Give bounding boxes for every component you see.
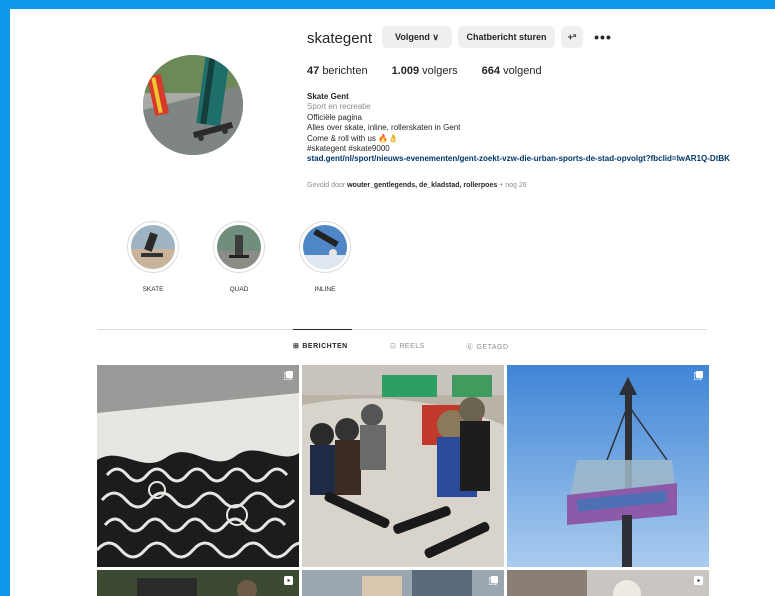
post-row2-3[interactable]	[507, 570, 709, 596]
reel-icon	[694, 576, 703, 585]
posts-stat: 47 berichten	[307, 65, 368, 77]
reels-icon: ⊡	[390, 343, 397, 350]
bio-line: Alles over skate, inline, rollerskaten i…	[307, 123, 461, 133]
tagged-icon: Ⓖ	[466, 344, 474, 351]
carousel-icon	[489, 576, 498, 585]
profile-username: skategent	[307, 30, 373, 47]
post-row2-1[interactable]	[97, 570, 299, 596]
bio-name: Skate Gent	[307, 92, 349, 101]
following-button[interactable]: Volgend ∨	[382, 26, 452, 48]
highlight-image	[217, 225, 261, 269]
followed-by[interactable]: Gevold door wouter_gentlegends, de_klads…	[307, 182, 527, 189]
post-crane-ramp[interactable]	[507, 365, 709, 567]
highlight-label: QUAD	[229, 286, 249, 293]
bio-line: Come & roll with us 🔥👌	[307, 133, 399, 143]
highlight-quad[interactable]: QUAD	[212, 221, 266, 293]
message-button[interactable]: Chatbericht sturen	[458, 26, 555, 48]
highlight-label: SKATE	[142, 286, 164, 293]
bio-line: #skategent #skate9000	[307, 144, 390, 154]
tab-posts[interactable]: ⊞ BERICHTEN	[293, 342, 348, 351]
tabs-divider	[97, 329, 707, 330]
highlight-image	[131, 225, 175, 269]
highlight-image	[303, 225, 347, 269]
post-skate-group[interactable]	[302, 365, 504, 567]
more-options-icon[interactable]: •••	[593, 26, 613, 48]
grid-icon: ⊞	[293, 343, 300, 350]
profile-avatar[interactable]	[143, 55, 243, 155]
profile-stats: 47 berichten 1.009 volgers 664 volgend	[307, 65, 542, 77]
post-graffiti[interactable]	[97, 365, 299, 567]
carousel-icon	[694, 371, 703, 380]
tab-tagged[interactable]: Ⓖ GETAGD	[466, 342, 509, 352]
bio-category: Sport en recreatie	[307, 102, 371, 112]
followers-stat[interactable]: 1.009 volgers	[392, 65, 458, 77]
highlight-skate[interactable]: SKATE	[126, 221, 180, 293]
add-person-icon[interactable]: +ª	[561, 26, 583, 48]
highlight-inline[interactable]: INLINE	[298, 221, 352, 293]
tab-reels[interactable]: ⊡ REELS	[390, 342, 425, 351]
bio-link[interactable]: stad.gent/nl/sport/nieuws-evenementen/ge…	[307, 154, 730, 164]
reel-icon	[284, 576, 293, 585]
profile-page: skategent Volgend ∨ Chatbericht sturen +…	[10, 9, 775, 596]
carousel-icon	[284, 371, 293, 380]
bio-line: Officiële pagina	[307, 112, 362, 122]
post-row2-2[interactable]	[302, 570, 504, 596]
profile-bio: Skate Gent Sport en recreatie Officiële …	[307, 92, 730, 165]
highlight-label: INLINE	[314, 286, 336, 293]
following-stat[interactable]: 664 volgend	[482, 65, 542, 77]
active-tab-indicator	[293, 329, 352, 330]
